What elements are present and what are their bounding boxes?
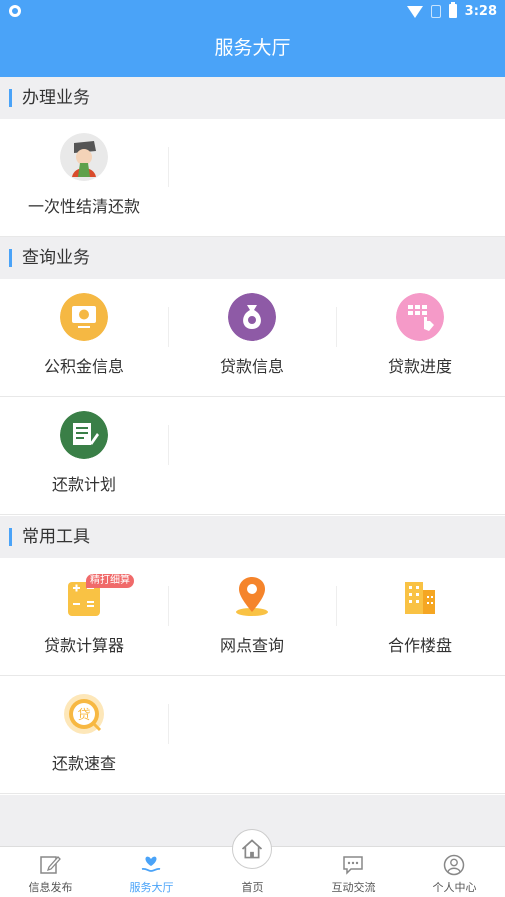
location-pin-icon [236,577,268,616]
item-branch-search[interactable]: 网点查询 [168,558,336,676]
section-title: 查询业务 [22,248,90,268]
user-icon [443,854,465,876]
money-bag-icon [228,293,276,341]
item-label: 还款速查 [51,754,116,773]
section-header-handle: 办理业务 [0,77,505,119]
edit-icon [40,856,61,874]
wifi-icon [406,6,423,18]
handle-grid: 一次性结清还款 [0,119,505,237]
home-icon [241,839,263,859]
section-header-query: 查询业务 [0,237,505,279]
sim-icon [430,4,441,18]
tab-label: 信息发布 [28,881,73,894]
item-one-time-settle[interactable]: 一次性结清还款 [0,119,168,237]
section-header-tools: 常用工具 [0,516,505,558]
loan-search-icon: 贷 [64,694,104,734]
item-loan-calculator[interactable]: 精打细算 贷款计算器 [0,558,168,676]
item-partner-estates[interactable]: 合作楼盘 [336,558,504,676]
building-icon [405,582,435,614]
tab-info-publish[interactable]: 信息发布 [0,847,101,897]
tab-personal-center[interactable]: 个人中心 [404,847,505,897]
item-repay-plan[interactable]: 还款计划 [0,397,168,515]
item-label: 贷款信息 [219,357,284,376]
shield-icon [9,5,21,17]
avatar-illustration-icon [60,133,108,181]
item-label: 合作楼盘 [387,636,452,655]
monitor-coin-icon [60,293,108,341]
svg-text:贷: 贷 [77,708,90,723]
tab-service-hall[interactable]: 服务大厅 [101,847,202,897]
query-grid: 公积金信息 贷款信息 贷款进度 还款计划 [0,279,505,516]
badge: 精打细算 [86,574,134,588]
item-label: 一次性结清还款 [27,197,140,216]
item-label: 公积金信息 [43,357,124,376]
tab-label: 首页 [241,881,264,894]
item-label: 贷款计算器 [43,636,124,655]
home-button[interactable] [232,829,272,869]
status-time: 3:28 [464,3,497,19]
tab-label: 个人中心 [432,881,477,894]
item-loan-info[interactable]: 贷款信息 [168,279,336,397]
tab-interaction[interactable]: 互动交流 [303,847,404,897]
notepad-icon [60,411,108,459]
keypad-touch-icon [396,293,444,341]
item-label: 贷款进度 [387,357,452,376]
status-bar: 3:28 [0,0,505,22]
section-title: 常用工具 [22,527,90,547]
item-label: 网点查询 [219,636,284,655]
battery-icon [448,2,457,18]
item-fund-info[interactable]: 公积金信息 [0,279,168,397]
page-title: 服务大厅 [0,22,505,77]
tab-label: 互动交流 [331,881,376,894]
item-repay-quick-check[interactable]: 贷 还款速查 [0,676,168,794]
chat-icon [343,856,363,875]
tab-label: 服务大厅 [129,881,174,894]
heart-hand-icon [141,856,161,872]
item-loan-progress[interactable]: 贷款进度 [336,279,504,397]
section-title: 办理业务 [22,88,90,108]
tools-grid: 精打细算 贷款计算器 网点查询 合作楼盘 贷 还款速查 [0,558,505,795]
item-label: 还款计划 [51,475,116,494]
